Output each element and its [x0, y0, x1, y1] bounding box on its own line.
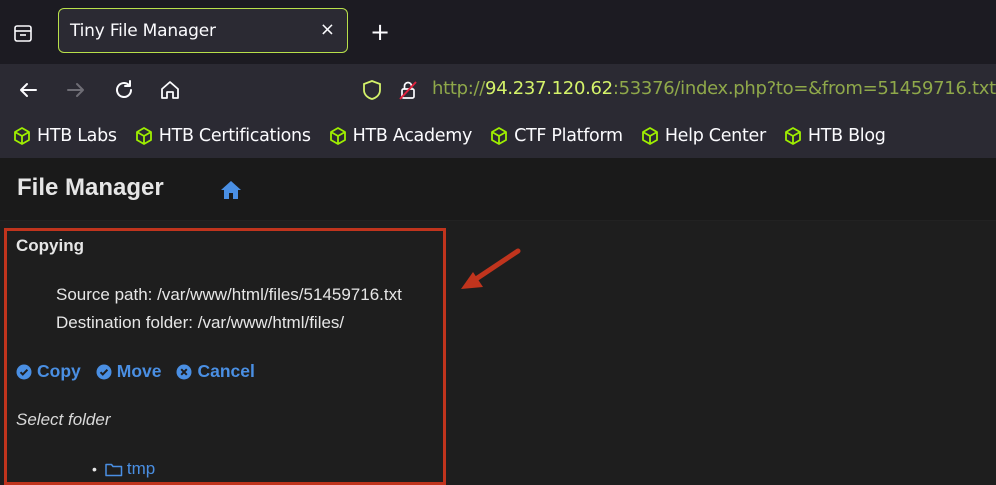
insecure-connection-lock-icon[interactable] [394, 76, 422, 104]
url-host: 94.237.120.62 [485, 78, 613, 99]
app-header: File Manager [0, 158, 996, 221]
list-all-tabs-icon[interactable] [8, 18, 38, 48]
url-scheme: http:// [432, 78, 486, 99]
bookmark-label: Help Center [664, 126, 766, 146]
bookmark-help-center[interactable]: Help Center [640, 126, 766, 146]
bookmark-label: HTB Blog [807, 126, 886, 146]
close-tab-icon[interactable]: × [320, 19, 335, 40]
reload-icon[interactable] [110, 76, 138, 104]
url-path: :53376/index.php?to=&from=51459716.txt [612, 78, 996, 99]
htb-cube-icon [784, 127, 801, 145]
bookmark-label: HTB Academy [352, 126, 473, 146]
bookmark-label: CTF Platform [514, 126, 623, 146]
bookmarks-toolbar: HTB Labs HTB Certifications HTB Academy … [0, 114, 996, 158]
annotation-highlight-box [4, 228, 446, 485]
bookmark-label: HTB Certifications [158, 126, 311, 146]
navigation-bar: http://94.237.120.62:53376/index.php?to=… [0, 64, 996, 114]
htb-cube-icon [135, 127, 152, 145]
bookmark-htb-blog[interactable]: HTB Blog [783, 126, 886, 146]
back-arrow-icon[interactable] [14, 76, 42, 104]
home-icon[interactable] [220, 180, 242, 204]
htb-cube-icon [329, 127, 346, 145]
htb-cube-icon [641, 127, 658, 145]
address-bar[interactable]: http://94.237.120.62:53376/index.php?to=… [432, 78, 996, 99]
bookmark-htb-certifications[interactable]: HTB Certifications [134, 126, 311, 146]
htb-cube-icon [14, 127, 30, 145]
tab-strip: Tiny File Manager × + [0, 0, 996, 64]
browser-tab[interactable]: Tiny File Manager × [58, 8, 348, 53]
htb-cube-icon [491, 127, 507, 145]
bookmark-label: HTB Labs [37, 126, 117, 146]
bookmark-ctf-platform[interactable]: CTF Platform [489, 126, 623, 146]
forward-arrow-icon[interactable] [62, 76, 90, 104]
app-title[interactable]: File Manager [17, 174, 164, 202]
bookmark-htb-labs[interactable]: HTB Labs [12, 126, 117, 146]
home-button-icon[interactable] [156, 76, 184, 104]
bookmark-htb-academy[interactable]: HTB Academy [328, 126, 472, 146]
annotation-arrow-icon [461, 248, 521, 289]
tab-title: Tiny File Manager [70, 21, 216, 41]
tracking-protection-shield-icon[interactable] [358, 76, 386, 104]
new-tab-button[interactable]: + [370, 18, 390, 46]
